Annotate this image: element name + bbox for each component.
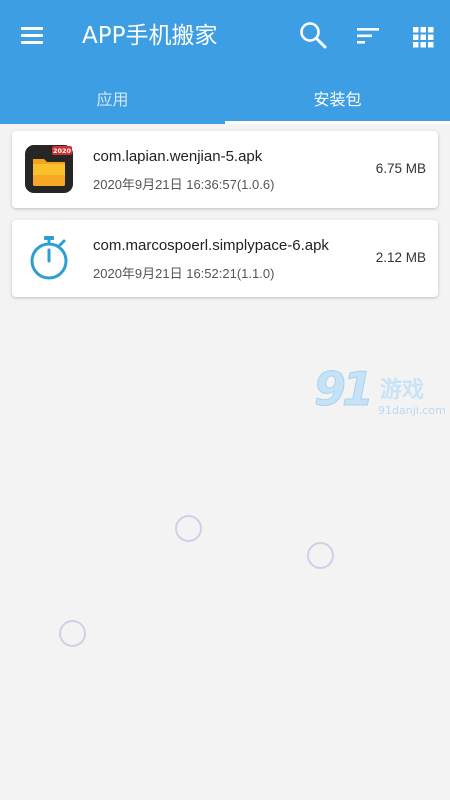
package-name: com.marcospoerl.simplypace-6.apk (93, 237, 329, 254)
app-bar: APP手机搬家 应用 安装包 (0, 0, 450, 124)
package-name: com.lapian.wenjian-5.apk (93, 148, 263, 165)
toolbar: APP手机搬家 (0, 0, 450, 72)
search-icon[interactable] (295, 18, 331, 54)
active-tab-indicator (225, 121, 450, 124)
menu-icon[interactable] (14, 20, 50, 50)
package-item[interactable]: 2020 com.lapian.wenjian-5.apk 2020年9月21日… (12, 131, 438, 208)
watermark-text: 游戏 (380, 378, 425, 403)
package-size: 2.12 MB (375, 250, 426, 265)
icon-badge-text: 2020 (53, 147, 72, 155)
folder-app-icon: 2020 (25, 145, 73, 193)
tab-packages[interactable]: 安装包 (225, 72, 450, 124)
touch-indicator (307, 542, 334, 569)
grid-view-icon[interactable] (405, 18, 441, 54)
stopwatch-icon (25, 234, 73, 282)
watermark-logo: 91 游戏 91danji.com (313, 362, 450, 426)
tab-bar: 应用 安装包 (0, 72, 450, 124)
tab-apps[interactable]: 应用 (0, 72, 225, 124)
touch-indicator (59, 620, 86, 647)
watermark-91: 91 (313, 362, 374, 417)
touch-indicator (175, 515, 202, 542)
package-size: 6.75 MB (375, 161, 426, 176)
sort-icon[interactable] (350, 18, 386, 54)
watermark-domain: 91danji.com (378, 404, 446, 417)
package-date-version: 2020年9月21日 16:36:57(1.0.6) (93, 177, 275, 192)
app-title: APP手机搬家 (82, 23, 218, 49)
package-item[interactable]: com.marcospoerl.simplypace-6.apk 2020年9月… (12, 220, 438, 297)
package-date-version: 2020年9月21日 16:52:21(1.1.0) (93, 266, 275, 281)
